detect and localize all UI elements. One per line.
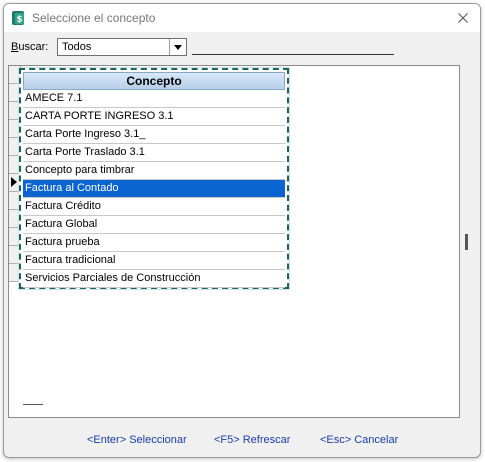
app-icon: $ xyxy=(12,11,24,25)
list-item[interactable]: Factura Global xyxy=(23,216,285,234)
concept-rows: AMECE 7.1 CARTA PORTE INGRESO 3.1 Carta Po… xyxy=(23,90,285,288)
column-header-concepto[interactable]: Concepto xyxy=(23,72,285,90)
filter-combo-value: Todos xyxy=(62,41,92,53)
list-item[interactable]: CARTA PORTE INGRESO 3.1 xyxy=(23,108,285,126)
vertical-scroll-thumb[interactable] xyxy=(465,234,468,250)
search-input[interactable] xyxy=(192,39,394,55)
filter-combo-button[interactable] xyxy=(169,39,186,55)
list-item[interactable]: Servicios Parciales de Construcción xyxy=(23,270,285,288)
buscar-label: Buscar: xyxy=(11,41,48,53)
list-item[interactable]: Concepto para timbrar xyxy=(23,162,285,180)
list-item[interactable]: Factura prueba xyxy=(23,234,285,252)
enter-select-link[interactable]: <Enter> Seleccionar xyxy=(87,434,187,446)
close-icon xyxy=(458,13,468,23)
horizontal-scroll-stub[interactable] xyxy=(23,404,43,405)
f5-refresh-link[interactable]: <F5> Refrescar xyxy=(214,434,290,446)
concept-list-highlight: Concepto AMECE 7.1 CARTA PORTE INGRESO 3.… xyxy=(18,67,290,290)
list-item[interactable]: Carta Porte Traslado 3.1 xyxy=(23,144,285,162)
window-title: Seleccione el concepto xyxy=(32,11,156,25)
list-item[interactable]: Factura Crédito xyxy=(23,198,285,216)
select-concept-dialog: $ Seleccione el concepto Buscar: Todos C… xyxy=(3,3,481,458)
current-row-arrow-icon xyxy=(11,177,17,187)
footer-shortcuts: <Enter> Seleccionar <F5> Refrescar <Esc>… xyxy=(4,432,480,452)
esc-cancel-link[interactable]: <Esc> Cancelar xyxy=(320,434,398,446)
list-item[interactable]: AMECE 7.1 xyxy=(23,90,285,108)
list-item[interactable]: Carta Porte Ingreso 3.1_ xyxy=(23,126,285,144)
search-toolbar: Buscar: Todos xyxy=(4,37,480,61)
title-bar: $ Seleccione el concepto xyxy=(4,4,480,32)
buscar-label-rest: uscar: xyxy=(18,41,49,53)
chevron-down-icon xyxy=(174,44,182,50)
filter-combo[interactable]: Todos xyxy=(57,38,187,56)
list-item[interactable]: Factura al Contado xyxy=(23,180,285,198)
list-item[interactable]: Factura tradicional xyxy=(23,252,285,270)
svg-text:$: $ xyxy=(17,15,23,25)
close-button[interactable] xyxy=(446,4,480,32)
